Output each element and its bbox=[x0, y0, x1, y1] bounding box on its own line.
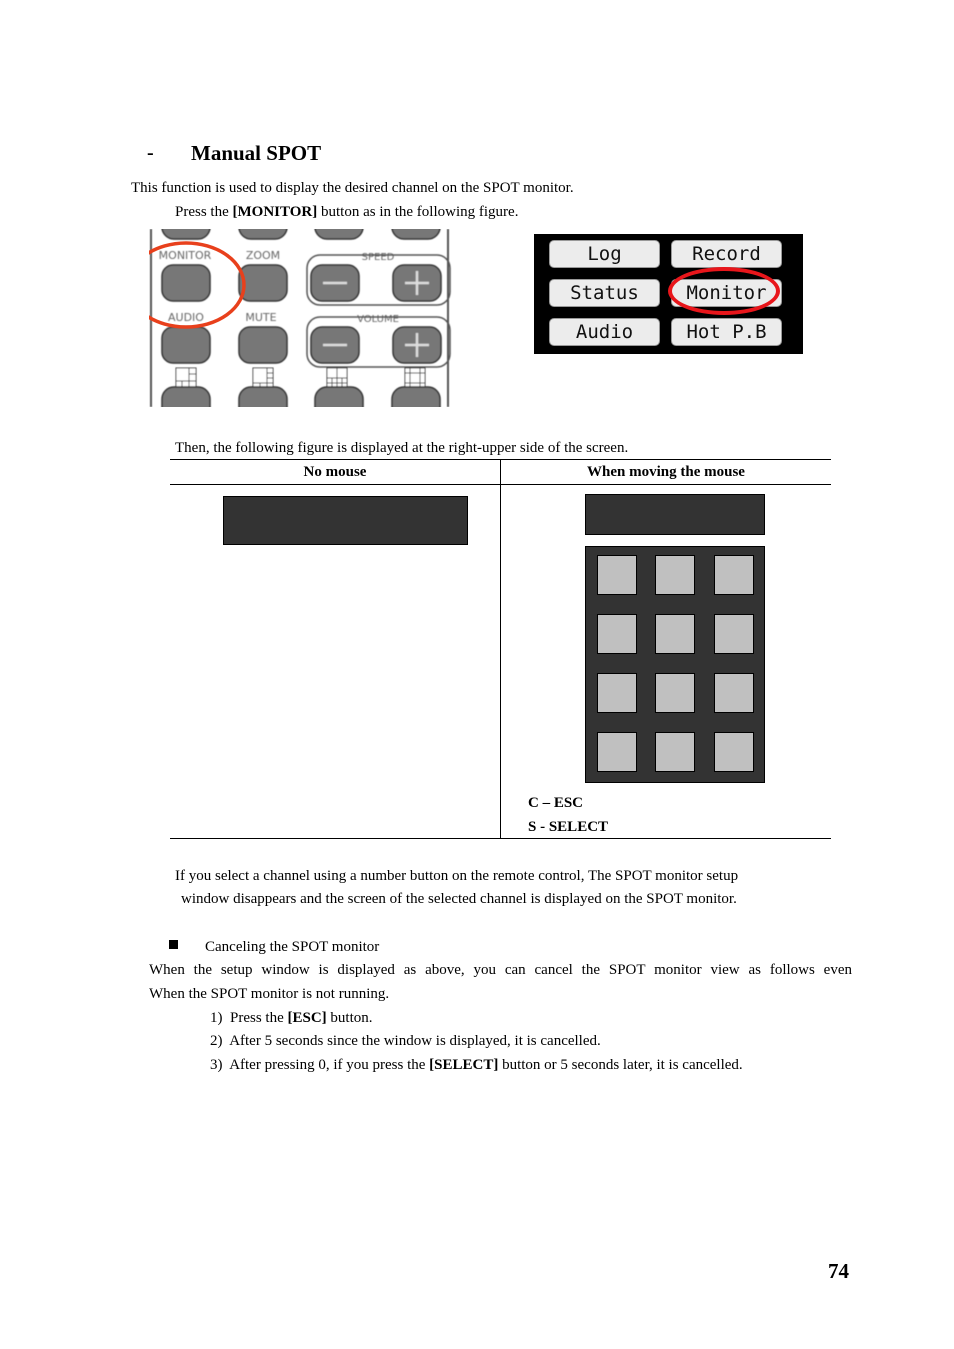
label-speed: SPEED bbox=[362, 252, 395, 263]
keypad-key bbox=[714, 555, 754, 595]
keypad-key bbox=[714, 673, 754, 713]
spot-setup-window-no-mouse bbox=[223, 496, 468, 545]
esc-key-label: [ESC] bbox=[287, 1010, 327, 1026]
remote-button-top-2 bbox=[238, 229, 288, 240]
heading-dash: - bbox=[147, 142, 154, 164]
then-text: Then, the following figure is displayed … bbox=[175, 440, 629, 456]
remote-control-figure: MONITOR ZOOM SPEED AUDIO MUTE VOLUME bbox=[149, 229, 453, 407]
keypad-key bbox=[655, 555, 695, 595]
label-monitor: MONITOR bbox=[159, 249, 212, 262]
mute-button bbox=[238, 326, 288, 364]
remote-button-top-1 bbox=[161, 229, 211, 240]
header-moving-mouse: When moving the mouse bbox=[587, 464, 745, 480]
osd-hot-pb-button: Hot P.B bbox=[671, 318, 782, 346]
osd-log-button: Log bbox=[549, 240, 660, 268]
step-number: 3) bbox=[210, 1057, 223, 1073]
channel-keypad bbox=[585, 546, 765, 783]
keypad-key bbox=[597, 555, 637, 595]
keypad-key bbox=[597, 673, 637, 713]
keypad-key bbox=[597, 614, 637, 654]
legend-s-select: S - SELECT bbox=[528, 819, 609, 835]
remote-button-top-4 bbox=[391, 229, 441, 240]
remote-button-bottom-2 bbox=[238, 386, 288, 407]
cancel-desc-line-1: When the setup window is displayed as ab… bbox=[149, 962, 852, 978]
layout-icon-1 bbox=[175, 367, 197, 389]
header-no-mouse: No mouse bbox=[303, 464, 367, 480]
label-zoom: ZOOM bbox=[246, 249, 280, 262]
step-number: 1) bbox=[210, 1010, 223, 1026]
cancel-step-1: 1) Press the [ESC] button. bbox=[210, 1009, 373, 1027]
cancel-step-3: 3) After pressing 0, if you press the [S… bbox=[210, 1056, 743, 1074]
cancel-desc-line-2: When the SPOT monitor is not running. bbox=[149, 986, 390, 1002]
step-text: Press the bbox=[230, 1010, 288, 1026]
select-key-label: [SELECT] bbox=[429, 1057, 499, 1073]
step-text-after: button. bbox=[326, 1010, 373, 1026]
remote-button-top-3 bbox=[314, 229, 364, 240]
table-column-divider bbox=[500, 459, 501, 839]
layout-icon-3 bbox=[326, 367, 348, 389]
step-text: After 5 seconds since the window is disp… bbox=[229, 1033, 601, 1049]
keypad-key bbox=[714, 614, 754, 654]
label-volume: VOLUME bbox=[357, 314, 399, 325]
page-number: 74 bbox=[828, 1259, 849, 1283]
osd-audio-button: Audio bbox=[549, 318, 660, 346]
cancel-step-2: 2) After 5 seconds since the window is d… bbox=[210, 1032, 601, 1050]
keypad-key bbox=[597, 732, 637, 772]
remote-button-bottom-3 bbox=[314, 386, 364, 407]
osd-monitor-highlight-circle bbox=[668, 267, 780, 315]
legend-c-esc: C – ESC bbox=[528, 795, 584, 811]
spot-setup-window-mouse bbox=[585, 494, 765, 535]
step-text: After pressing 0, if you press the bbox=[229, 1057, 430, 1073]
remote-control-illustration: MONITOR ZOOM SPEED AUDIO MUTE VOLUME bbox=[149, 229, 451, 407]
intro-text: This function is used to display the des… bbox=[131, 180, 574, 196]
step-text-after: button or 5 seconds later, it is cancell… bbox=[498, 1057, 743, 1073]
keypad-key bbox=[714, 732, 754, 772]
select-note-line-1: If you select a channel using a number b… bbox=[175, 868, 739, 884]
cancel-title: Canceling the SPOT monitor bbox=[205, 939, 380, 955]
press-before: Press the bbox=[175, 204, 233, 220]
osd-status-button: Status bbox=[549, 279, 660, 307]
audio-button bbox=[161, 326, 211, 364]
remote-button-bottom-4 bbox=[391, 386, 441, 407]
keypad-key bbox=[655, 614, 695, 654]
label-audio: AUDIO bbox=[168, 311, 204, 324]
section-title: Manual SPOT bbox=[191, 141, 322, 165]
monitor-button bbox=[161, 264, 211, 302]
press-after: button as in the following figure. bbox=[317, 204, 519, 220]
keypad-key bbox=[655, 673, 695, 713]
zoom-button bbox=[238, 264, 288, 302]
layout-icon-4 bbox=[404, 367, 426, 389]
square-bullet-icon bbox=[169, 940, 178, 949]
layout-icon-2 bbox=[252, 367, 274, 389]
press-monitor-instruction: Press the [MONITOR] button as in the fol… bbox=[175, 203, 518, 221]
osd-record-button: Record bbox=[671, 240, 782, 268]
osd-menu-figure: Log Record Status Monitor Audio Hot P.B bbox=[534, 234, 803, 354]
keypad-key bbox=[655, 732, 695, 772]
monitor-key-label: [MONITOR] bbox=[232, 204, 318, 220]
select-note-line-2: window disappears and the screen of the … bbox=[181, 891, 737, 907]
step-number: 2) bbox=[210, 1033, 223, 1049]
label-mute: MUTE bbox=[245, 311, 276, 324]
remote-button-bottom-1 bbox=[161, 386, 211, 407]
